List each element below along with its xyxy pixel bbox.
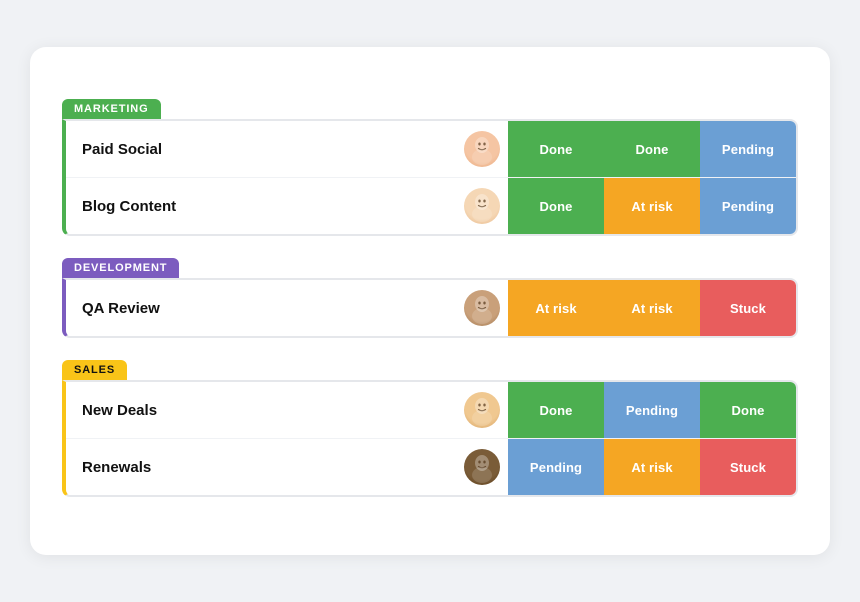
table-row: Paid Social DoneDonePending: [66, 121, 796, 178]
status-cell: At risk: [508, 280, 604, 336]
status-cell: Done: [508, 178, 604, 234]
row-name: Renewals: [66, 447, 456, 488]
table-row: Renewals PendingAt riskStuck: [66, 439, 796, 495]
group-label-marketing: MARKETING: [62, 99, 161, 119]
group-development: DEVELOPMENTQA Review At riskAt riskStuck: [62, 258, 798, 338]
status-cell: At risk: [604, 280, 700, 336]
status-cells: PendingAt riskStuck: [508, 439, 796, 495]
groups-container: MARKETINGPaid Social DoneDonePendingBlog…: [62, 99, 798, 497]
status-cell: Pending: [700, 178, 796, 234]
row-name: Paid Social: [66, 129, 456, 170]
status-cells: At riskAt riskStuck: [508, 280, 796, 336]
status-cell: Done: [508, 121, 604, 177]
status-cells: DoneDonePending: [508, 121, 796, 177]
status-cell: Done: [700, 382, 796, 438]
avatar-wrap: [456, 182, 508, 230]
avatar: [464, 290, 500, 326]
status-cells: DonePendingDone: [508, 382, 796, 438]
group-marketing: MARKETINGPaid Social DoneDonePendingBlog…: [62, 99, 798, 236]
avatar: [464, 392, 500, 428]
status-cell: Done: [604, 121, 700, 177]
status-cell: Pending: [604, 382, 700, 438]
status-cell: Stuck: [700, 280, 796, 336]
avatar: [464, 131, 500, 167]
group-table-marketing: Paid Social DoneDonePendingBlog Content …: [62, 119, 798, 236]
avatar-wrap: [456, 284, 508, 332]
avatar-wrap: [456, 125, 508, 173]
row-name: Blog Content: [66, 186, 456, 227]
row-name: New Deals: [66, 390, 456, 431]
main-card: MARKETINGPaid Social DoneDonePendingBlog…: [30, 47, 830, 555]
group-table-sales: New Deals DonePendingDoneRenewals Pendin…: [62, 380, 798, 497]
avatar: [464, 449, 500, 485]
status-cell: Done: [508, 382, 604, 438]
avatar-wrap: [456, 443, 508, 491]
group-label-development: DEVELOPMENT: [62, 258, 179, 278]
status-cell: At risk: [604, 178, 700, 234]
table-row: QA Review At riskAt riskStuck: [66, 280, 796, 336]
row-name: QA Review: [66, 288, 456, 329]
table-row: New Deals DonePendingDone: [66, 382, 796, 439]
table-row: Blog Content DoneAt riskPending: [66, 178, 796, 234]
status-cells: DoneAt riskPending: [508, 178, 796, 234]
group-label-sales: SALES: [62, 360, 127, 380]
avatar-wrap: [456, 386, 508, 434]
status-cell: Pending: [700, 121, 796, 177]
status-cell: Stuck: [700, 439, 796, 495]
group-sales: SALESNew Deals DonePendingDoneRenewals P…: [62, 360, 798, 497]
status-cell: Pending: [508, 439, 604, 495]
group-table-development: QA Review At riskAt riskStuck: [62, 278, 798, 338]
avatar: [464, 188, 500, 224]
status-cell: At risk: [604, 439, 700, 495]
